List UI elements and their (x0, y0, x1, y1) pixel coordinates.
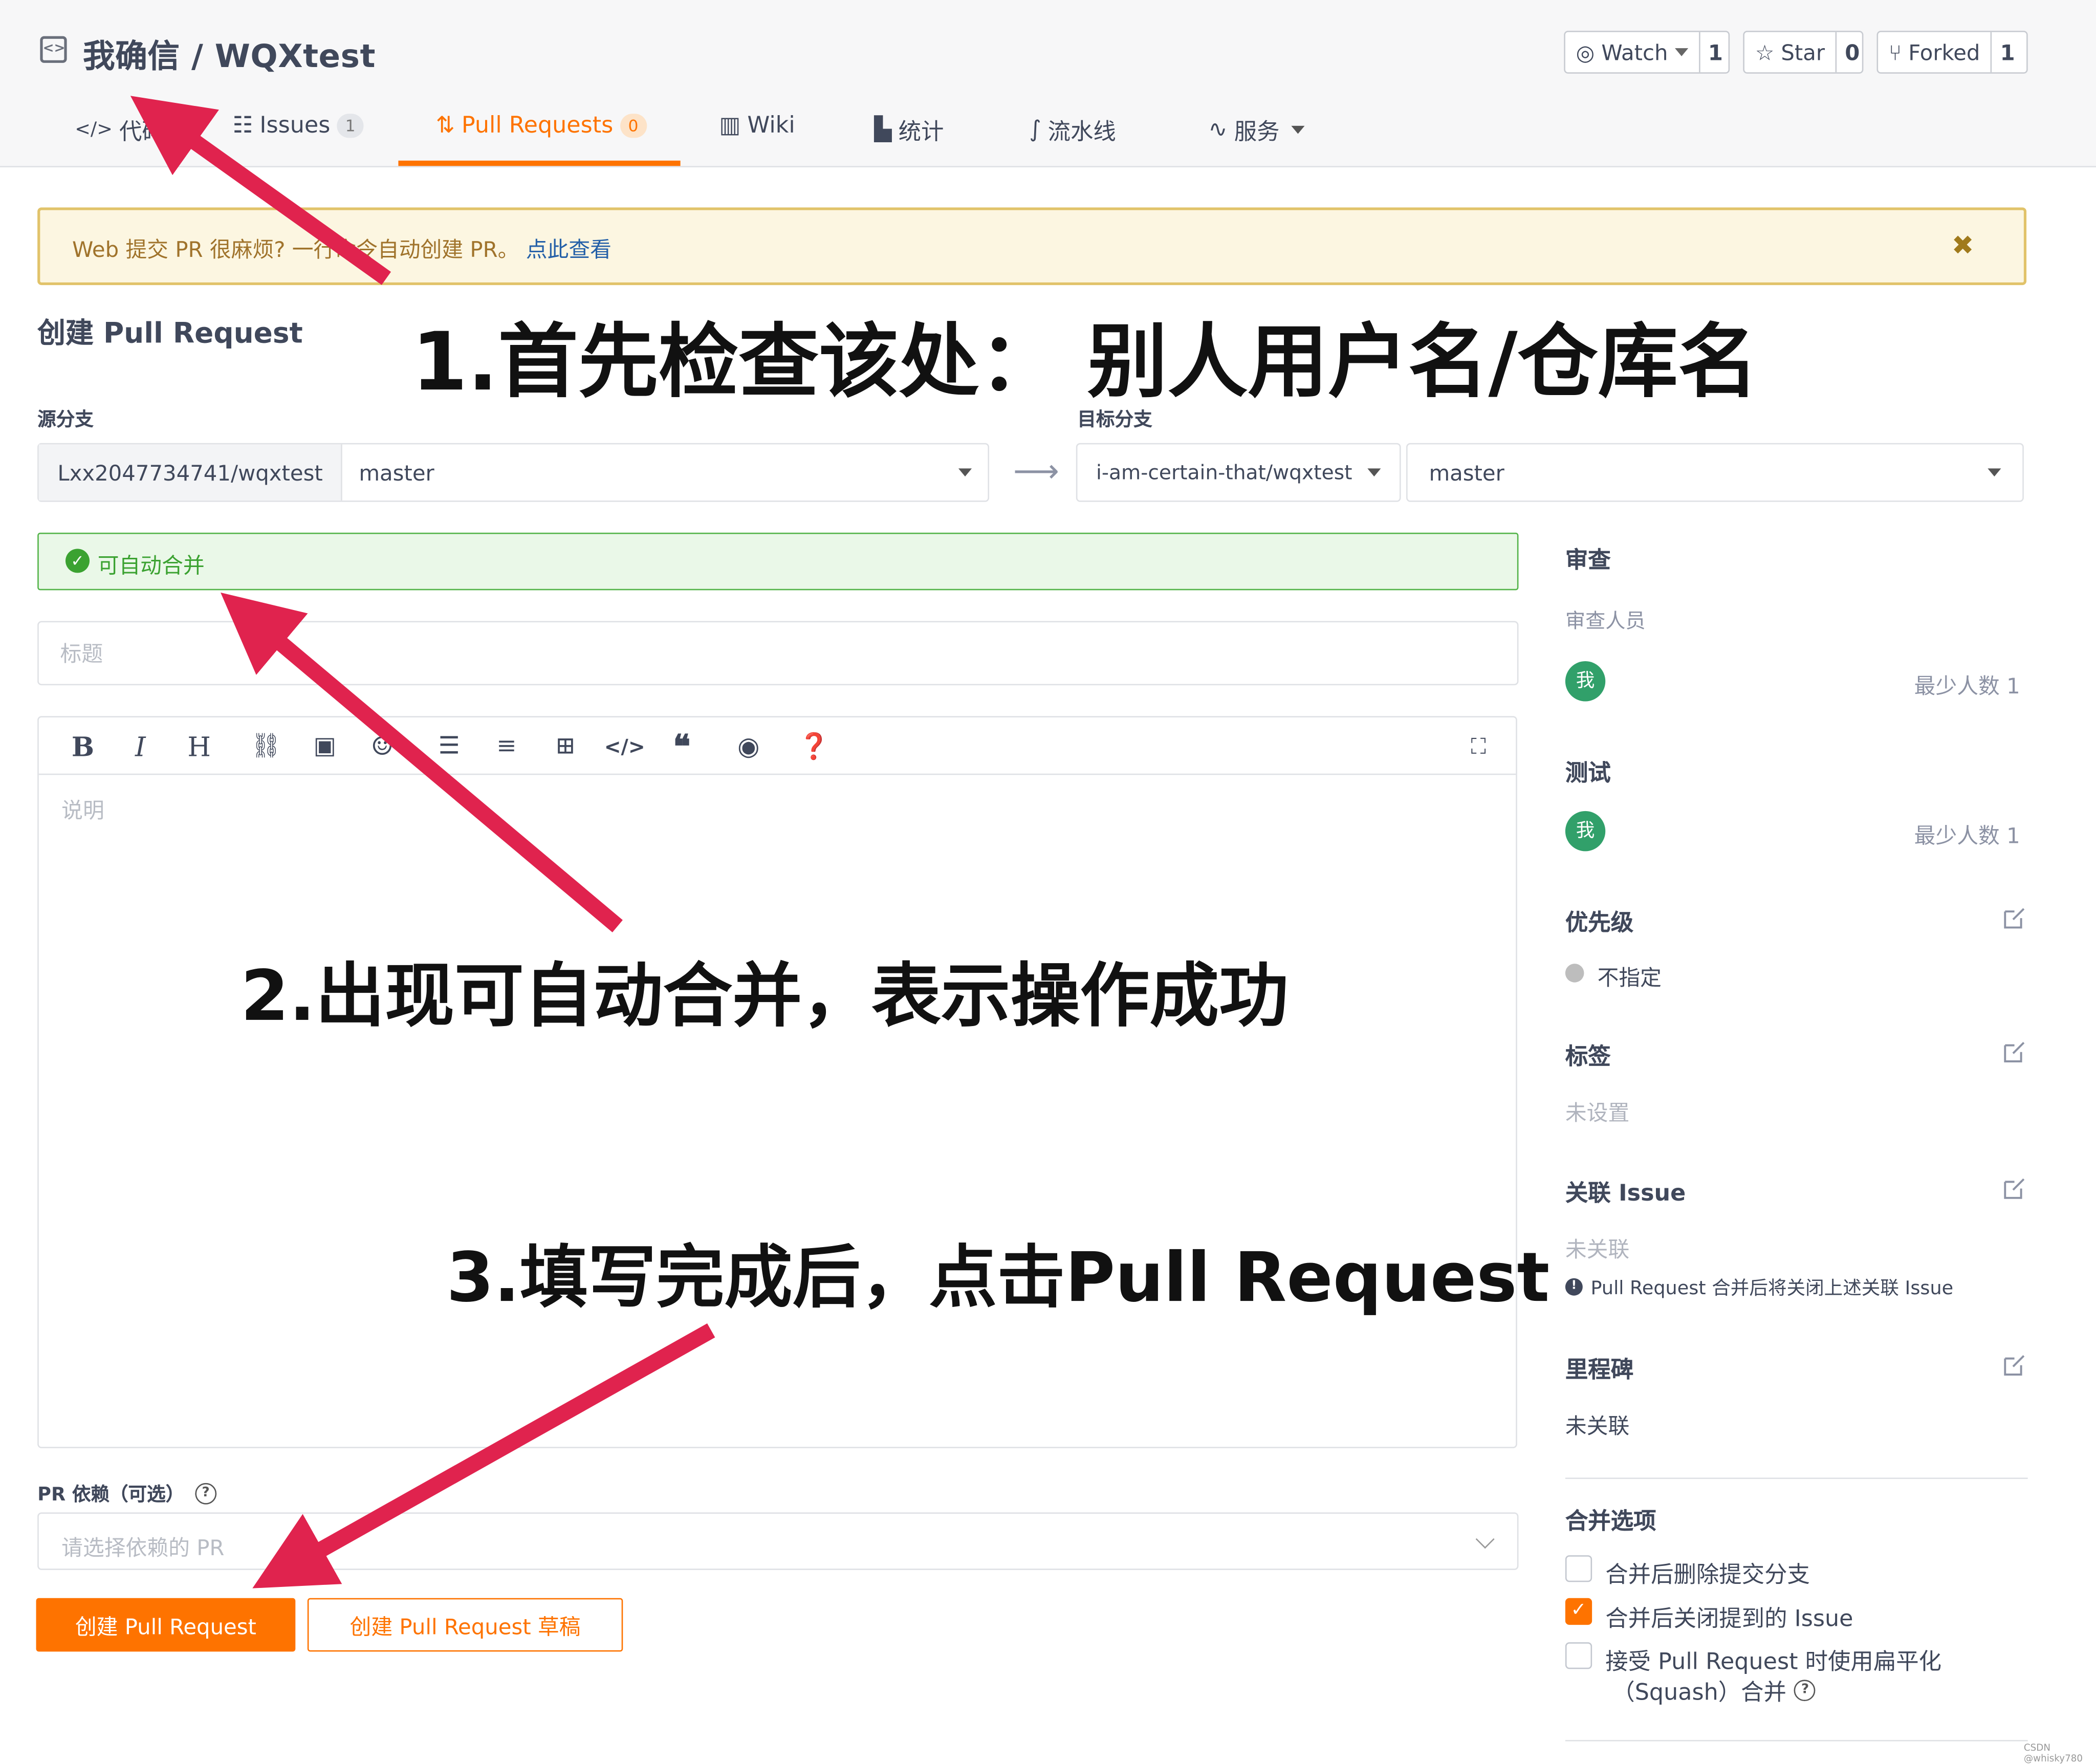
arrow-step3 (288, 1331, 711, 1569)
arrow-step1 (163, 119, 386, 278)
annotation-step3: 3.填写完成后，点击Pull Request (446, 1222, 1549, 1321)
annotation-step2: 2.出现可自动合并，表示操作成功 (241, 940, 1289, 1040)
annotation-arrows (0, 0, 2096, 1757)
annotation-step1: 1.首先检查该处： 别人用户名/仓库名 (412, 297, 1758, 414)
arrow-step2 (251, 618, 618, 926)
